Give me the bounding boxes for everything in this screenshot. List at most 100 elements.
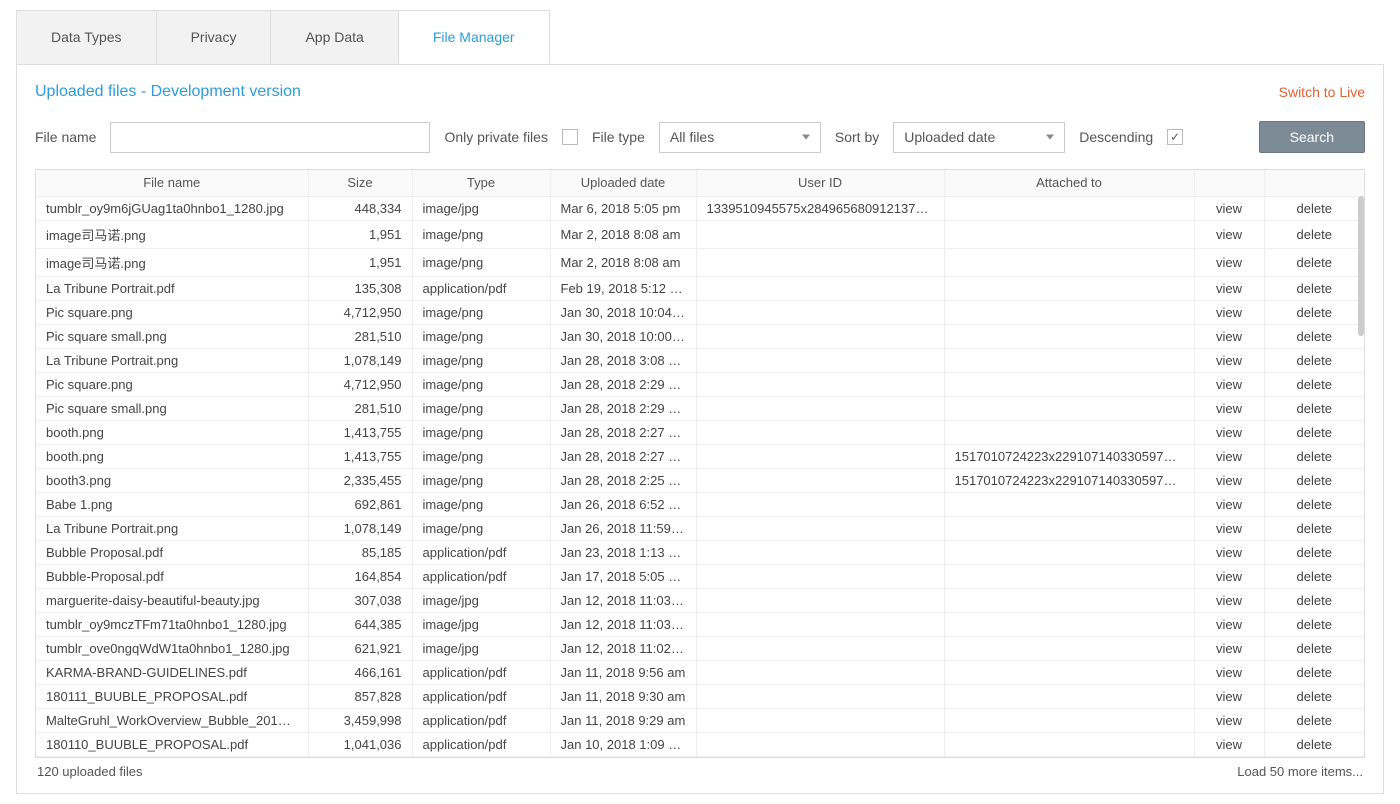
delete-link[interactable]: delete: [1297, 401, 1332, 416]
view-link[interactable]: view: [1216, 401, 1242, 416]
view-link[interactable]: view: [1216, 377, 1242, 392]
cell-date: Jan 28, 2018 2:27 pm: [550, 444, 696, 468]
cell-type: image/png: [412, 372, 550, 396]
col-size[interactable]: Size: [308, 170, 412, 196]
view-link[interactable]: view: [1216, 521, 1242, 536]
cell-file-name: tumblr_oy9m6jGUag1ta0hnbo1_1280.jpg: [36, 196, 308, 220]
cell-file-name: La Tribune Portrait.png: [36, 348, 308, 372]
delete-link[interactable]: delete: [1297, 353, 1332, 368]
cell-file-name: marguerite-daisy-beautiful-beauty.jpg: [36, 588, 308, 612]
view-link[interactable]: view: [1216, 617, 1242, 632]
delete-link[interactable]: delete: [1297, 255, 1332, 270]
cell-date: Jan 11, 2018 9:29 am: [550, 708, 696, 732]
delete-link[interactable]: delete: [1297, 305, 1332, 320]
view-link[interactable]: view: [1216, 227, 1242, 242]
view-link[interactable]: view: [1216, 569, 1242, 584]
view-link[interactable]: view: [1216, 449, 1242, 464]
cell-user-id: [696, 468, 944, 492]
cell-attached-to: [944, 348, 1194, 372]
cell-size: 1,951: [308, 248, 412, 276]
view-link[interactable]: view: [1216, 201, 1242, 216]
delete-link[interactable]: delete: [1297, 227, 1332, 242]
delete-link[interactable]: delete: [1297, 521, 1332, 536]
col-uploaded[interactable]: Uploaded date: [550, 170, 696, 196]
cell-type: image/png: [412, 516, 550, 540]
descending-label: Descending: [1079, 129, 1153, 145]
tab-privacy[interactable]: Privacy: [156, 10, 272, 64]
delete-link[interactable]: delete: [1297, 473, 1332, 488]
delete-link[interactable]: delete: [1297, 329, 1332, 344]
cell-size: 4,712,950: [308, 300, 412, 324]
cell-size: 621,921: [308, 636, 412, 660]
delete-link[interactable]: delete: [1297, 569, 1332, 584]
col-user-id[interactable]: User ID: [696, 170, 944, 196]
view-link[interactable]: view: [1216, 689, 1242, 704]
view-link[interactable]: view: [1216, 545, 1242, 560]
cell-file-name: 180110_BUUBLE_PROPOSAL.pdf: [36, 732, 308, 756]
tab-data-types[interactable]: Data Types: [16, 10, 157, 64]
col-file-name[interactable]: File name: [36, 170, 308, 196]
files-table-wrap: File name Size Type Uploaded date User I…: [35, 169, 1365, 758]
delete-link[interactable]: delete: [1297, 689, 1332, 704]
scrollbar-thumb[interactable]: [1358, 196, 1364, 336]
view-link[interactable]: view: [1216, 737, 1242, 752]
cell-size: 1,078,149: [308, 348, 412, 372]
delete-link[interactable]: delete: [1297, 449, 1332, 464]
cell-date: Jan 30, 2018 10:00 am: [550, 324, 696, 348]
col-type[interactable]: Type: [412, 170, 550, 196]
file-name-input[interactable]: [110, 122, 430, 153]
file-type-value: All files: [670, 129, 714, 145]
delete-link[interactable]: delete: [1297, 713, 1332, 728]
view-link[interactable]: view: [1216, 713, 1242, 728]
view-link[interactable]: view: [1216, 255, 1242, 270]
view-link[interactable]: view: [1216, 329, 1242, 344]
delete-link[interactable]: delete: [1297, 377, 1332, 392]
file-type-select[interactable]: All files: [659, 122, 821, 153]
load-more-link[interactable]: Load 50 more items...: [1237, 764, 1363, 779]
cell-type: application/pdf: [412, 276, 550, 300]
tab-file-manager[interactable]: File Manager: [398, 10, 550, 64]
delete-link[interactable]: delete: [1297, 593, 1332, 608]
cell-date: Jan 30, 2018 10:04 am: [550, 300, 696, 324]
cell-date: Jan 28, 2018 2:25 pm: [550, 468, 696, 492]
delete-link[interactable]: delete: [1297, 281, 1332, 296]
view-link[interactable]: view: [1216, 593, 1242, 608]
cell-type: image/png: [412, 396, 550, 420]
cell-date: Jan 12, 2018 11:02 am: [550, 636, 696, 660]
table-row: Pic square small.png281,510image/pngJan …: [36, 396, 1364, 420]
table-row: booth3.png2,335,455image/pngJan 28, 2018…: [36, 468, 1364, 492]
view-link[interactable]: view: [1216, 281, 1242, 296]
view-link[interactable]: view: [1216, 473, 1242, 488]
sort-by-select[interactable]: Uploaded date: [893, 122, 1065, 153]
delete-link[interactable]: delete: [1297, 737, 1332, 752]
cell-date: Jan 12, 2018 11:03 am: [550, 588, 696, 612]
cell-date: Jan 28, 2018 2:29 pm: [550, 372, 696, 396]
view-link[interactable]: view: [1216, 497, 1242, 512]
delete-link[interactable]: delete: [1297, 201, 1332, 216]
cell-user-id: [696, 612, 944, 636]
delete-link[interactable]: delete: [1297, 665, 1332, 680]
switch-to-live-link[interactable]: Switch to Live: [1279, 84, 1365, 100]
view-link[interactable]: view: [1216, 641, 1242, 656]
cell-file-name: Pic square.png: [36, 300, 308, 324]
delete-link[interactable]: delete: [1297, 425, 1332, 440]
delete-link[interactable]: delete: [1297, 641, 1332, 656]
cell-size: 281,510: [308, 324, 412, 348]
view-link[interactable]: view: [1216, 665, 1242, 680]
delete-link[interactable]: delete: [1297, 617, 1332, 632]
descending-checkbox[interactable]: [1167, 129, 1183, 145]
view-link[interactable]: view: [1216, 353, 1242, 368]
col-attached-to[interactable]: Attached to: [944, 170, 1194, 196]
search-button[interactable]: Search: [1259, 121, 1365, 153]
delete-link[interactable]: delete: [1297, 497, 1332, 512]
only-private-checkbox[interactable]: [562, 129, 578, 145]
cell-type: image/png: [412, 248, 550, 276]
cell-user-id: [696, 348, 944, 372]
table-row: La Tribune Portrait.pdf135,308applicatio…: [36, 276, 1364, 300]
cell-user-id: [696, 636, 944, 660]
view-link[interactable]: view: [1216, 305, 1242, 320]
tab-app-data[interactable]: App Data: [270, 10, 398, 64]
delete-link[interactable]: delete: [1297, 545, 1332, 560]
cell-type: image/png: [412, 348, 550, 372]
view-link[interactable]: view: [1216, 425, 1242, 440]
